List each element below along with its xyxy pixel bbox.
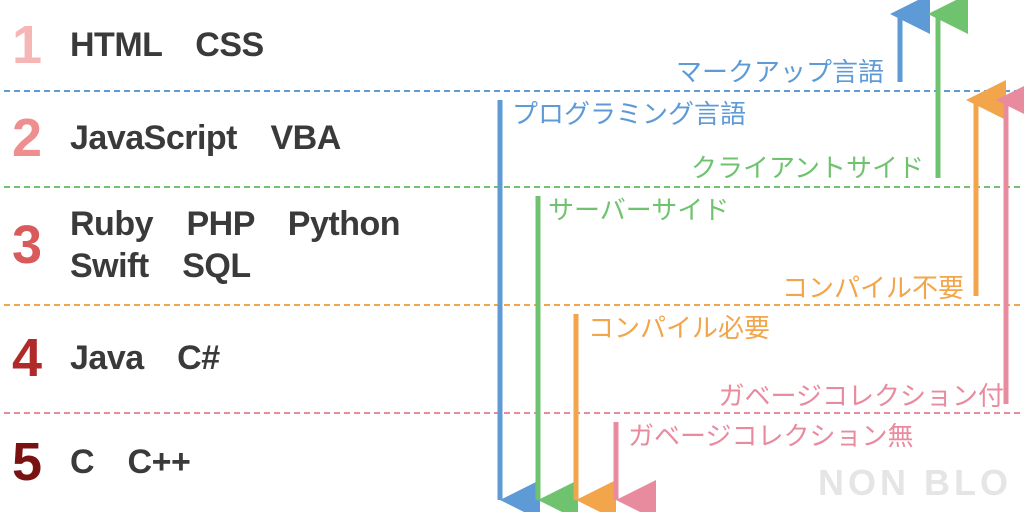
row-langs-5: C C++: [70, 441, 190, 484]
row-number-1: 1: [12, 14, 70, 76]
label-compile-yes: コンパイル必要: [588, 308, 770, 345]
row-langs-2: JavaScript VBA: [70, 117, 341, 160]
row-langs-1: HTML CSS: [70, 24, 264, 67]
row-langs-4: Java C#: [70, 337, 220, 380]
label-client: クライアントサイド: [691, 148, 924, 185]
label-programming: プログラミング言語: [512, 94, 746, 131]
row-number-3: 3: [12, 214, 70, 276]
watermark: NON BLO: [818, 462, 1012, 504]
row-number-4: 4: [12, 327, 70, 389]
label-server: サーバーサイド: [548, 190, 729, 227]
label-gc-yes: ガベージコレクション付: [719, 376, 1004, 413]
label-markup: マークアップ言語: [676, 52, 884, 89]
row-number-2: 2: [12, 107, 70, 169]
divider-2-green: [4, 186, 1020, 188]
divider-1-blue: [4, 90, 1020, 92]
label-compile-no: コンパイル不要: [782, 268, 964, 305]
row-number-5: 5: [12, 431, 70, 493]
label-gc-no: ガベージコレクション無: [628, 416, 913, 453]
row-langs-3: Ruby PHP Python Swift SQL: [70, 203, 400, 288]
